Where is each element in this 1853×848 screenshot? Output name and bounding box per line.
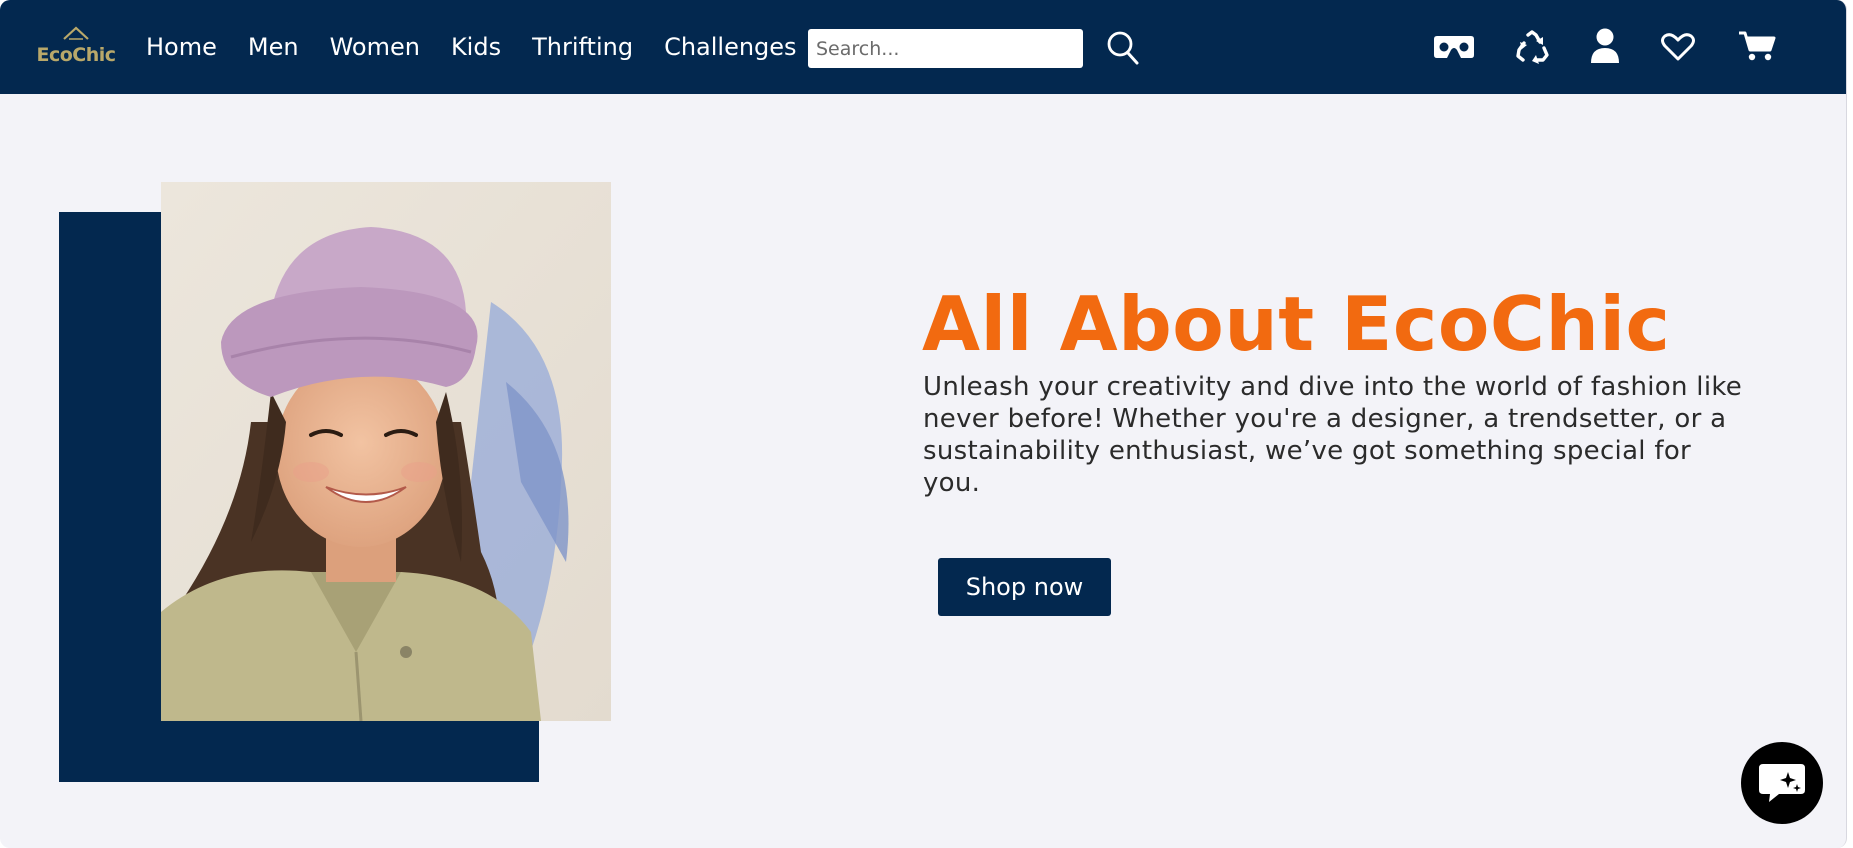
logo-roof-icon	[63, 26, 89, 40]
hero-title: All About EcoChic	[922, 280, 1671, 368]
main-nav: Home Men Women Kids Thrifting Challenges	[146, 0, 828, 94]
user-icon[interactable]	[1590, 28, 1620, 68]
hero-image	[161, 182, 611, 721]
search-input[interactable]	[808, 29, 1083, 68]
nav-home[interactable]: Home	[146, 33, 217, 61]
logo-text: EcoChic	[36, 44, 116, 66]
vr-headset-icon[interactable]	[1433, 32, 1475, 66]
nav-challenges[interactable]: Challenges	[664, 33, 797, 61]
recycle-icon[interactable]	[1514, 29, 1550, 69]
brand-logo[interactable]: EcoChic	[34, 26, 118, 68]
cart-icon[interactable]	[1738, 30, 1776, 66]
nav-women[interactable]: Women	[330, 33, 420, 61]
nav-men[interactable]: Men	[248, 33, 299, 61]
top-navbar: EcoChic Home Men Women Kids Thrifting Ch…	[0, 0, 1846, 94]
heart-icon[interactable]	[1661, 32, 1695, 66]
chat-icon[interactable]	[1741, 742, 1823, 824]
nav-thrifting[interactable]: Thrifting	[532, 33, 633, 61]
shop-now-button[interactable]: Shop now	[938, 558, 1111, 616]
nav-kids[interactable]: Kids	[451, 33, 501, 61]
hero-description: Unleash your creativity and dive into th…	[923, 372, 1743, 498]
page-frame: EcoChic Home Men Women Kids Thrifting Ch…	[0, 0, 1847, 848]
search-icon[interactable]	[1106, 30, 1140, 66]
